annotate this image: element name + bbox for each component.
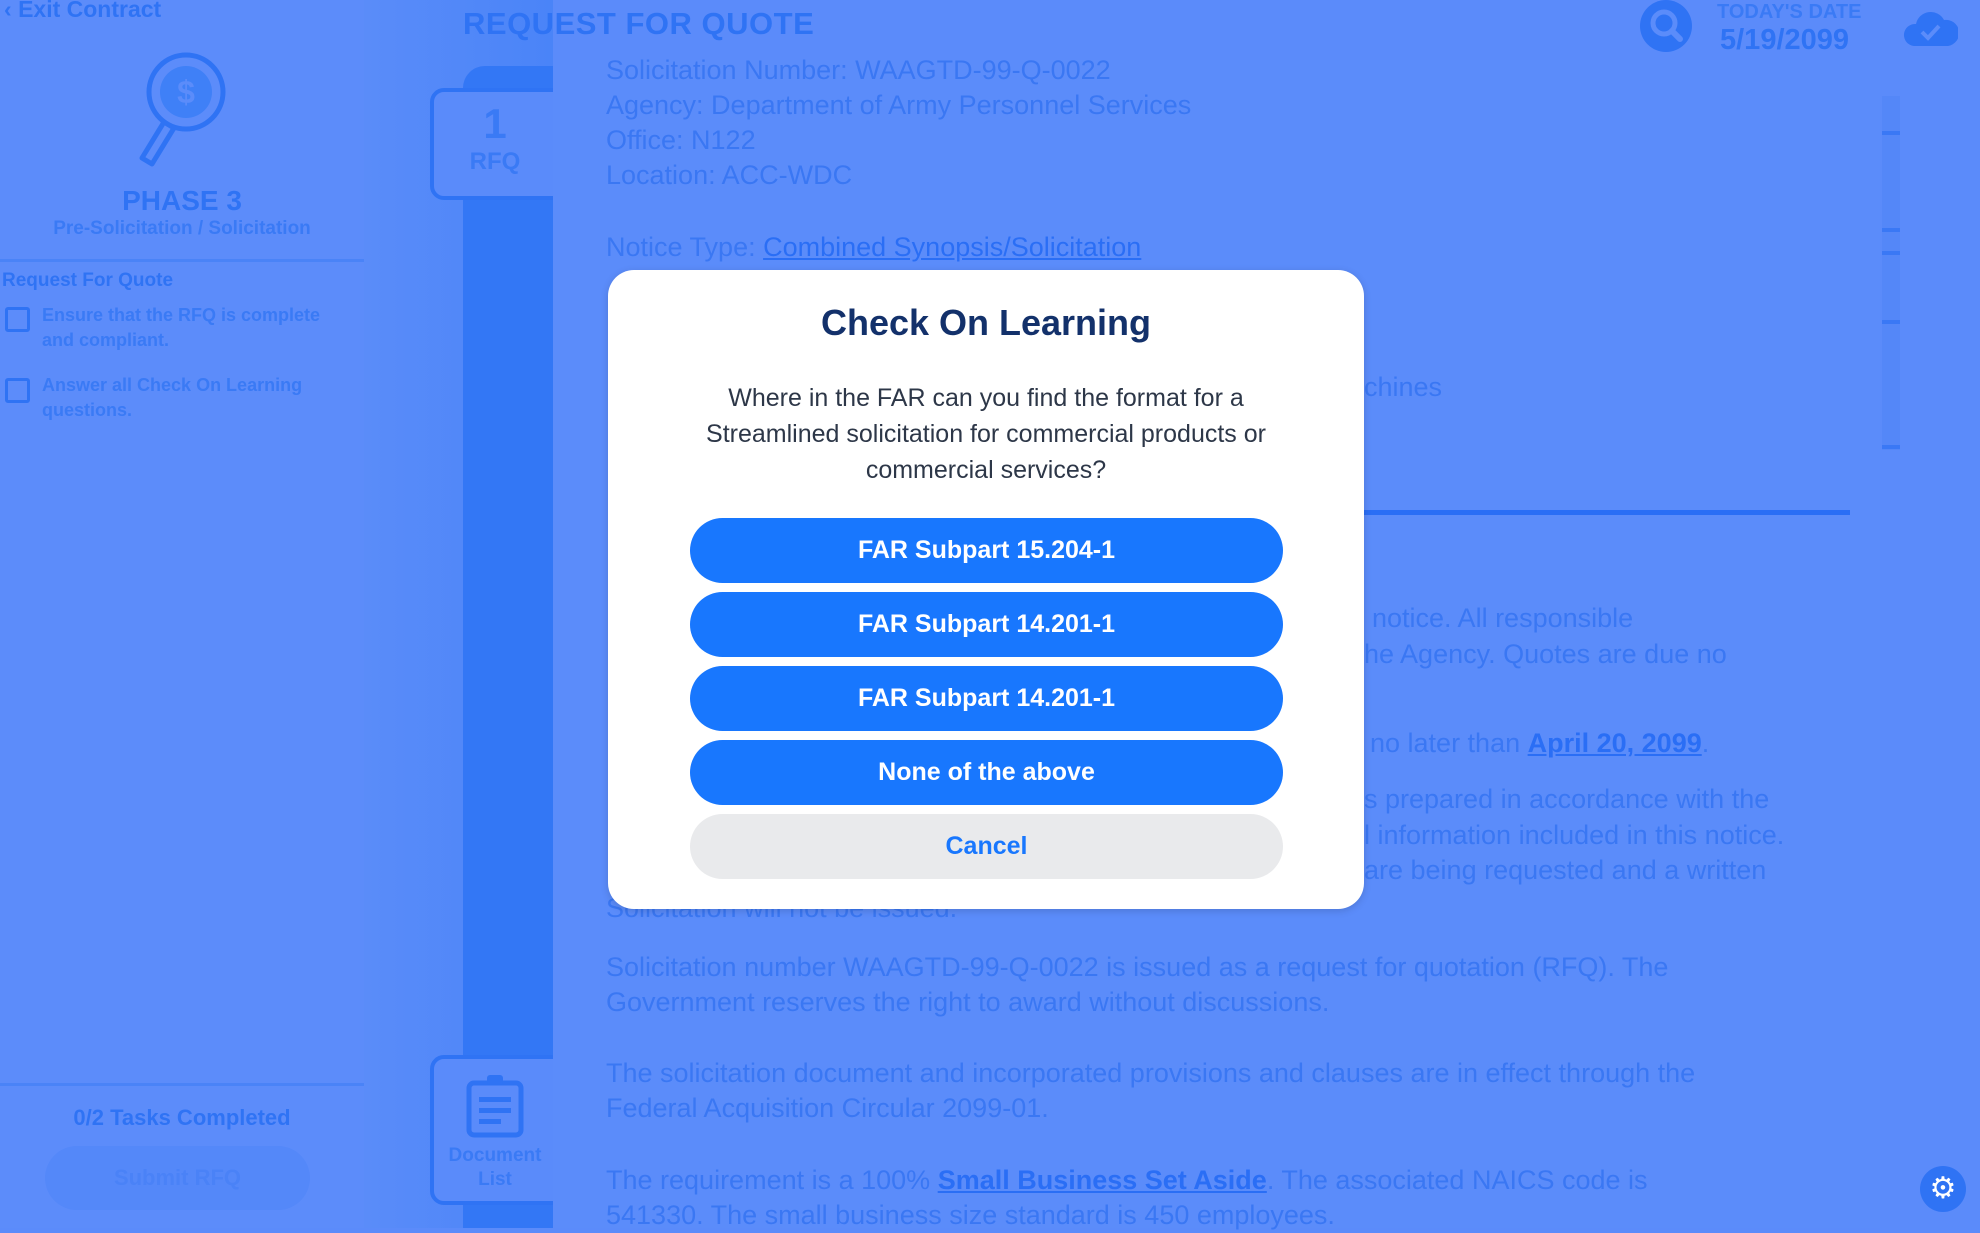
fragment-text: The requirement is a 100% <box>606 1165 938 1195</box>
doc-fragment: notice. All responsible <box>1372 603 1634 633</box>
date-value: 5/19/2099 <box>1720 24 1850 56</box>
doc-line: Federal Acquisition Circular 2099-01. <box>606 1093 1049 1123</box>
divider <box>0 259 364 262</box>
answer-option-3[interactable]: FAR Subpart 14.201-1 <box>690 666 1283 731</box>
notice-label: Notice Type: <box>606 232 764 262</box>
answer-option-2[interactable]: FAR Subpart 14.201-1 <box>690 592 1283 657</box>
phase-subtitle: Pre-Solicitation / Solicitation <box>53 218 311 239</box>
answer-option-1[interactable]: FAR Subpart 15.204-1 <box>690 518 1283 583</box>
settings-button[interactable]: ⚙ <box>1920 1166 1966 1212</box>
doc-fragment: no later than April 20, 2099. <box>1370 728 1709 759</box>
gear-icon: ⚙ <box>1929 1172 1957 1205</box>
tab-label: RFQ <box>469 148 521 175</box>
answer-option-4[interactable]: None of the above <box>690 740 1283 805</box>
doc-line: Office: N122 <box>606 125 756 155</box>
set-aside-link[interactable]: Small Business Set Aside <box>938 1165 1267 1195</box>
scroll-marker <box>1882 320 1900 324</box>
cancel-button[interactable]: Cancel <box>690 814 1283 879</box>
doc-line: The solicitation document and incorporat… <box>606 1058 1696 1088</box>
scroll-marker <box>1882 131 1900 135</box>
tab-number: 1 <box>483 100 507 147</box>
doc-line: Solicitation Number: WAAGTD-99-Q-0022 <box>606 55 1111 85</box>
doc-line: Agency: Department of Army Personnel Ser… <box>606 90 1192 120</box>
task-item: Ensure that the RFQ is complete and comp… <box>42 305 321 350</box>
tab-document-list[interactable]: Document List <box>430 1055 560 1205</box>
scroll-marker <box>1882 445 1900 449</box>
page-title: REQUEST FOR QUOTE <box>463 6 815 41</box>
doc-fragment: s prepared in accordance with the <box>1364 784 1770 814</box>
fragment-text: no later than <box>1370 728 1528 758</box>
svg-text:$: $ <box>177 74 195 110</box>
tab-rfq[interactable]: 1 RFQ <box>430 88 560 200</box>
submit-rfq-button[interactable]: Submit RFQ <box>45 1146 310 1210</box>
magnifier-dollar-icon: $ <box>139 52 226 167</box>
section-title: Request For Quote <box>2 270 174 291</box>
fragment-text: . The associated NAICS code is <box>1266 1165 1648 1195</box>
doc-line: Location: ACC-WDC <box>606 160 853 190</box>
date-label: TODAY'S DATE <box>1717 1 1862 23</box>
exit-label: Exit Contract <box>18 0 162 22</box>
scroll-marker <box>1882 228 1900 232</box>
scroll-marker <box>1882 251 1900 255</box>
task-checkbox[interactable] <box>5 378 30 403</box>
doc-line: Government reserves the right to award w… <box>606 987 1330 1017</box>
section-rule <box>1364 510 1850 515</box>
due-date-link[interactable]: April 20, 2099 <box>1528 728 1702 758</box>
doc-line: The requirement is a 100% Small Business… <box>606 1163 1648 1198</box>
task-item: Answer all Check On Learning questions. <box>42 375 303 420</box>
exit-contract-link[interactable]: ‹ Exit Contract <box>4 0 161 23</box>
scrollbar[interactable] <box>1882 96 1900 450</box>
dialog-title: Check On Learning <box>820 302 1152 343</box>
phase-title: PHASE 3 <box>122 185 242 216</box>
tab-label: Document List <box>448 1145 542 1190</box>
search-icon <box>1650 9 1683 42</box>
tab-strip-track <box>463 66 553 1228</box>
search-button[interactable] <box>1640 0 1692 52</box>
task-checkbox[interactable] <box>5 307 30 332</box>
cloud-saved-icon <box>1903 11 1958 46</box>
notice-link[interactable]: Combined Synopsis/Solicitation <box>763 232 1141 262</box>
check-on-learning-dialog: Check On Learning Where in the FAR can y… <box>608 270 1364 909</box>
doc-fragment: he Agency. Quotes are due no <box>1364 639 1727 669</box>
sidebar: ‹ Exit Contract $ PHASE 3 Pre-Solicitati… <box>0 0 364 1228</box>
dialog-question: Where in the FAR can you find the format… <box>706 384 1266 484</box>
fragment-text: . <box>1701 728 1710 758</box>
doc-fragment: chines <box>1364 372 1443 402</box>
divider <box>0 1083 364 1086</box>
doc-line: Solicitation number WAAGTD-99-Q-0022 is … <box>606 952 1669 982</box>
clipboard-icon <box>466 1075 524 1138</box>
tasks-completed: 0/2 Tasks Completed <box>73 1105 291 1130</box>
notice-type: Notice Type: Combined Synopsis/Solicitat… <box>606 230 1141 265</box>
doc-fragment: l information included in this notice. <box>1364 820 1785 850</box>
doc-fragment: are being requested and a written <box>1364 855 1767 885</box>
